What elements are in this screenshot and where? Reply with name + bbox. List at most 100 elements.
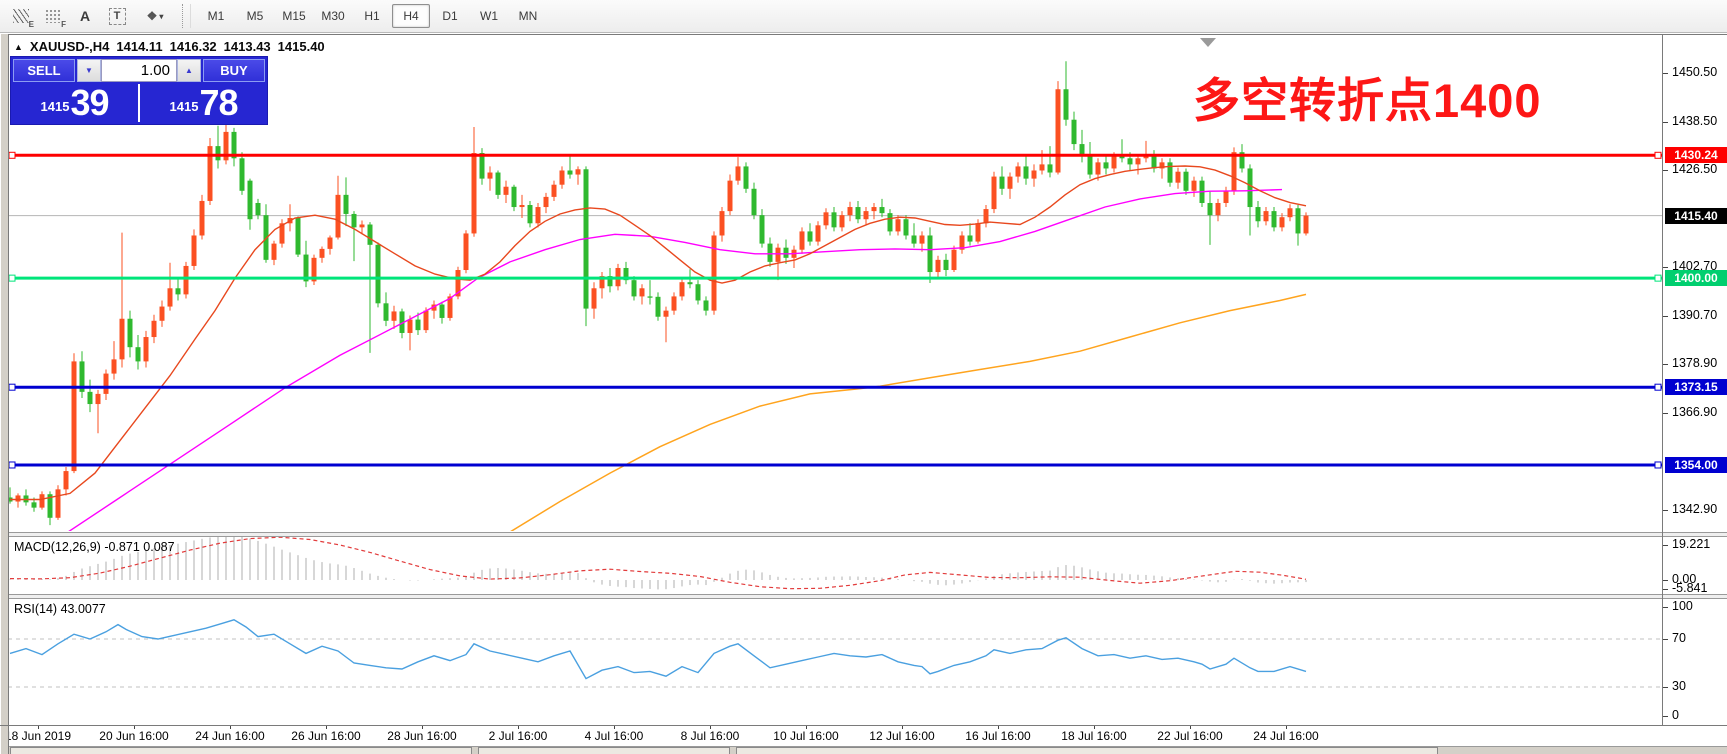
chevron-down-icon[interactable]: ▾ [159, 12, 163, 21]
time-axis-label: 16 Jul 16:00 [965, 729, 1030, 743]
price-tick-mark [1663, 170, 1668, 171]
indicator-tick-mark [1663, 639, 1668, 640]
timeframe-m1[interactable]: M1 [197, 4, 235, 28]
price-tick-label: 1426.50 [1672, 162, 1717, 176]
buy-price[interactable]: 1415 78 [140, 84, 267, 122]
indicator-tick-mark [1663, 589, 1668, 590]
indicator-tick-mark [1663, 716, 1668, 717]
volume-decrease-button[interactable]: ▼ [77, 59, 101, 82]
indicators-icon[interactable]: E [6, 2, 36, 30]
indicator-tick-label: 70 [1672, 631, 1686, 645]
price-tick-label: 1450.50 [1672, 65, 1717, 79]
price-tick-label: 1390.70 [1672, 308, 1717, 322]
indicator-tick-label: 19.221 [1672, 537, 1710, 551]
volume-increase-button[interactable]: ▲ [177, 59, 201, 82]
indicator-tick-mark [1663, 580, 1668, 581]
rsi-name: RSI(14) [14, 602, 57, 616]
rsi-value: 43.0077 [61, 602, 106, 616]
timeframe-h1[interactable]: H1 [353, 4, 391, 28]
time-axis-label: 24 Jul 16:00 [1253, 729, 1318, 743]
toolbar-separator [182, 4, 191, 28]
text-label-icon[interactable]: A [70, 2, 100, 30]
timeframe-m30[interactable]: M30 [314, 4, 352, 28]
indicator-tick-label: 100 [1672, 599, 1693, 613]
price-tick-mark [1663, 73, 1668, 74]
price-tick-label: 1342.90 [1672, 502, 1717, 516]
price-tick-label: 1366.90 [1672, 405, 1717, 419]
time-axis-label: 20 Jun 16:00 [99, 729, 168, 743]
time-axis-label: 10 Jul 16:00 [773, 729, 838, 743]
volume-input[interactable]: 1.00 [101, 59, 177, 82]
objects-icon[interactable]: ❖▾ [134, 2, 176, 30]
indicator-tick-label: 0 [1672, 708, 1679, 722]
indicator-tick-mark [1663, 607, 1668, 608]
price-badge: 1415.40 [1665, 208, 1727, 224]
quote-open: 1414.11 [116, 39, 162, 54]
panel-collapse-icon[interactable]: ▲ [14, 42, 23, 52]
window-left-edge [0, 34, 9, 754]
a-glyph: A [80, 8, 90, 24]
time-axis-label: 26 Jun 16:00 [291, 729, 360, 743]
timeframe-m15[interactable]: M15 [275, 4, 313, 28]
timeframe-h4[interactable]: H4 [392, 4, 430, 28]
icon-sub-label: F [61, 20, 66, 29]
chart-tab[interactable] [10, 747, 472, 754]
time-axis-border [0, 725, 1727, 726]
sell-price-big-figure: 1415 [41, 99, 70, 114]
price-badge: 1430.24 [1665, 147, 1727, 163]
time-axis-label: 8 Jul 16:00 [681, 729, 740, 743]
price-tick-mark [1663, 413, 1668, 414]
macd-name: MACD(12,26,9) [14, 540, 101, 554]
chart-tab[interactable] [478, 747, 730, 754]
price-tick-mark [1663, 316, 1668, 317]
text-box-icon[interactable]: T [102, 2, 132, 30]
scale-separator [1662, 35, 1663, 725]
sell-button[interactable]: SELL [13, 59, 75, 82]
macd-pane-splitter[interactable] [8, 532, 1727, 537]
price-badge: 1400.00 [1665, 270, 1727, 286]
quote-close: 1415.40 [278, 39, 325, 54]
macd-signal-value: 0.087 [143, 540, 174, 554]
price-tick-label: 1378.90 [1672, 356, 1717, 370]
macd-main-value: -0.871 [104, 540, 139, 554]
timeframe-mn[interactable]: MN [509, 4, 547, 28]
price-badge: 1354.00 [1665, 457, 1727, 473]
one-click-trading-panel: SELL ▼ 1.00 ▲ BUY 1415 39 1415 78 [10, 56, 268, 125]
timeframe-d1[interactable]: D1 [431, 4, 469, 28]
indicator-tick-mark [1663, 545, 1668, 546]
buy-button[interactable]: BUY [203, 59, 265, 82]
buy-price-big-figure: 1415 [170, 99, 199, 114]
price-tick-mark [1663, 364, 1668, 365]
timeframe-m5[interactable]: M5 [236, 4, 274, 28]
time-axis-label: 18 Jun 2019 [5, 729, 71, 743]
chart-text-annotation: 多空转折点1400 [1193, 62, 1542, 131]
top-toolbar: E F A T ❖▾ M1M5M15M30H1H4D1W1MN [0, 0, 1727, 33]
quote-bar: ▲ XAUUSD-,H4 1414.11 1416.32 1413.43 141… [14, 39, 325, 54]
objects-glyph: ❖ [147, 9, 158, 23]
rsi-label: RSI(14) 43.0077 [14, 602, 106, 616]
indicator-tick-label: 30 [1672, 679, 1686, 693]
chart-tab[interactable] [736, 747, 1438, 754]
icon-sub-label: E [29, 20, 34, 29]
price-tick-mark [1663, 510, 1668, 511]
t-glyph: T [109, 8, 126, 25]
macd-label: MACD(12,26,9) -0.871 0.087 [14, 540, 175, 554]
time-axis-label: 22 Jul 16:00 [1157, 729, 1222, 743]
time-axis-label: 2 Jul 16:00 [489, 729, 548, 743]
price-tick-label: 1438.50 [1672, 114, 1717, 128]
dots-glyph [46, 10, 61, 23]
mt4-terminal: E F A T ❖▾ M1M5M15M30H1H4D1W1MN ▲ XAUUSD… [0, 0, 1727, 754]
buy-price-pips: 78 [199, 86, 237, 120]
timeframe-w1[interactable]: W1 [470, 4, 508, 28]
indicator-tick-label: -5.841 [1672, 581, 1707, 595]
time-axis-label: 28 Jun 16:00 [387, 729, 456, 743]
sell-price[interactable]: 1415 39 [11, 84, 140, 122]
time-axis-label: 4 Jul 16:00 [585, 729, 644, 743]
rsi-pane-splitter[interactable] [8, 594, 1727, 599]
time-axis-label: 24 Jun 16:00 [195, 729, 264, 743]
symbol-period-label: XAUUSD-,H4 [30, 39, 109, 54]
chart-top-border [8, 34, 1727, 35]
grid-icon[interactable]: F [38, 2, 68, 30]
time-axis-label: 12 Jul 16:00 [869, 729, 934, 743]
sell-price-pips: 39 [70, 86, 108, 120]
